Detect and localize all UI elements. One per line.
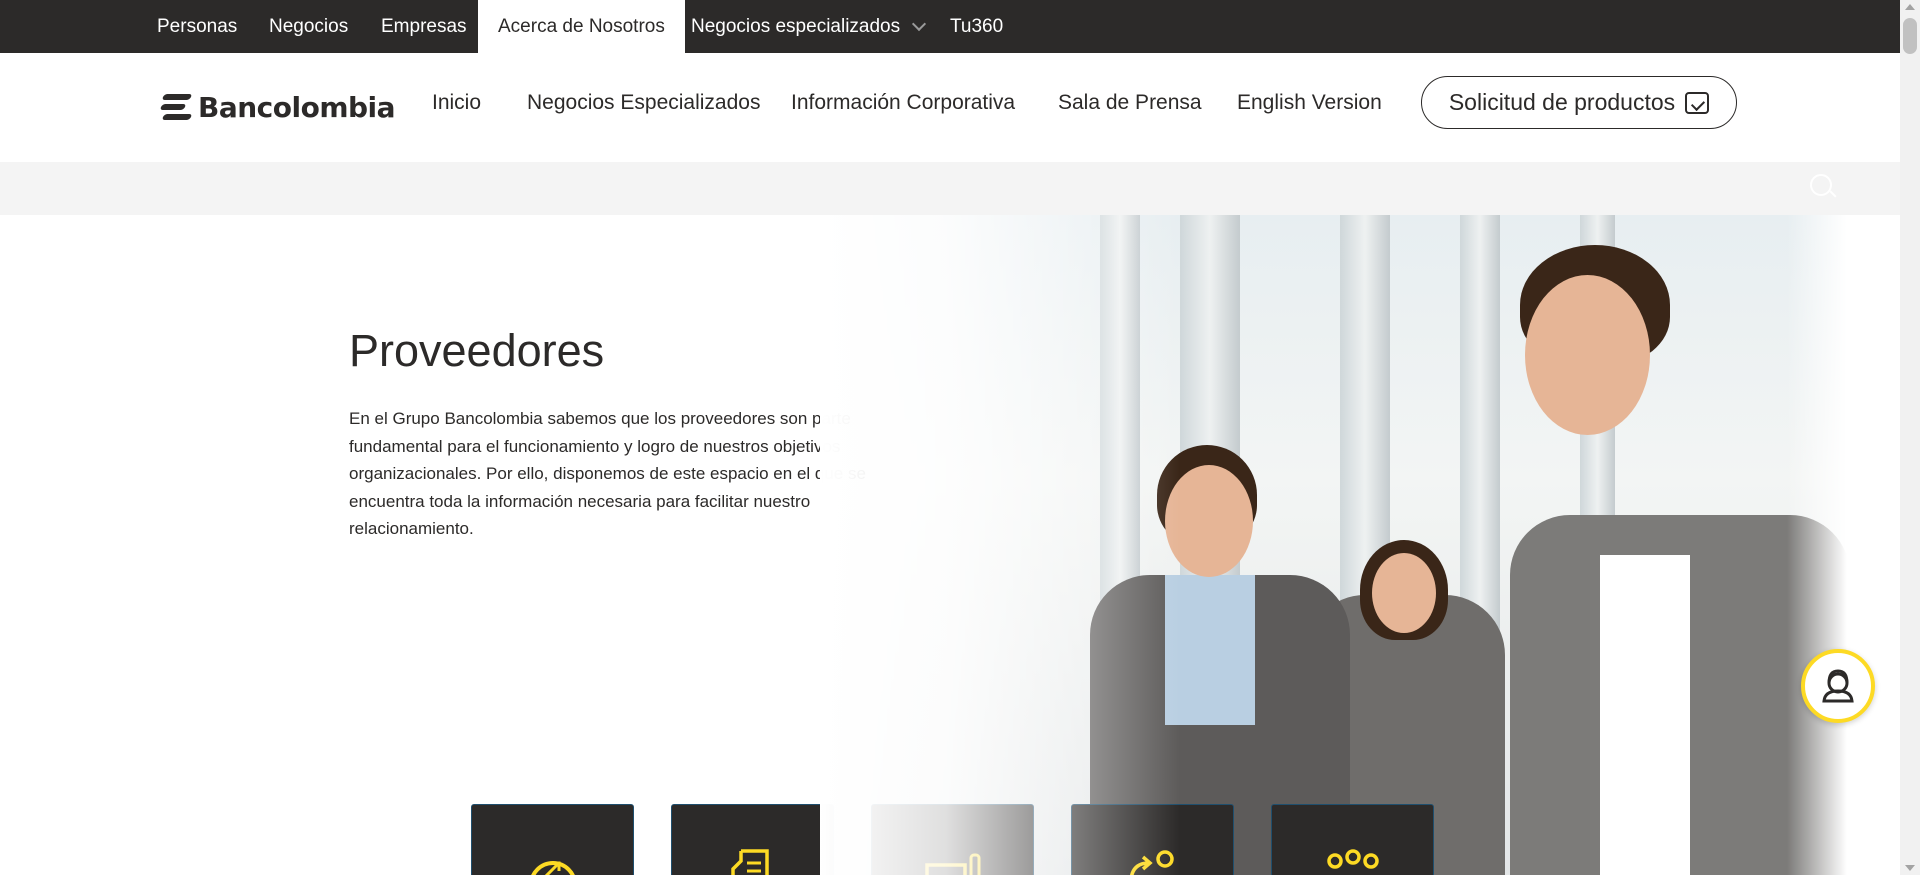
card-chart[interactable]	[471, 804, 634, 875]
segment-negocios-especializados[interactable]: Negocios especializados	[671, 0, 944, 53]
search-strip	[0, 162, 1900, 215]
segment-personas[interactable]: Personas	[137, 0, 257, 53]
chart-arrow-icon	[530, 861, 575, 875]
bancolombia-logo[interactable]: Bancolombia	[159, 89, 396, 125]
hero-handshake-image	[820, 215, 1847, 875]
solicitud-productos-label: Solicitud de productos	[1448, 89, 1676, 115]
nav-negocios-especializados[interactable]: Negocios Especializados	[527, 91, 760, 115]
segment-tu360[interactable]: Tu360	[930, 0, 1023, 53]
product-request-icon	[1685, 91, 1710, 114]
search-icon[interactable]	[1810, 174, 1832, 196]
main-header: Bancolombia Inicio Negocios Especializad…	[0, 53, 1900, 162]
card-receipt[interactable]	[671, 804, 834, 875]
hero-section: Proveedores En el Grupo Bancolombia sabe…	[0, 215, 1900, 875]
segment-empresas[interactable]: Empresas	[361, 0, 487, 53]
scroll-thumb[interactable]	[1903, 18, 1917, 54]
nav-english-version[interactable]: English Version	[1237, 91, 1382, 115]
chat-agent-button[interactable]	[1801, 649, 1875, 723]
hero-description: En el Grupo Bancolombia sabemos que los …	[349, 409, 866, 538]
segment-bar: Personas Negocios Empresas Acerca de Nos…	[0, 0, 1900, 53]
card-people-group[interactable]	[1271, 804, 1434, 875]
brand-name: Bancolombia	[198, 90, 396, 124]
nav-sala-de-prensa[interactable]: Sala de Prensa	[1058, 91, 1202, 115]
segment-acerca-de-nosotros[interactable]: Acerca de Nosotros	[478, 0, 685, 53]
solicitud-productos-button[interactable]: Solicitud de productos	[1421, 76, 1737, 129]
nav-inicio[interactable]: Inicio	[432, 91, 481, 115]
people-group-icon	[1326, 849, 1379, 869]
segment-negocios-especializados-label: Negocios especializados	[691, 16, 901, 37]
nav-informacion-corporativa[interactable]: Información Corporativa	[791, 91, 1015, 115]
page-scrollbar[interactable]	[1900, 0, 1920, 875]
page-title: Proveedores	[349, 325, 605, 376]
chat-agent-icon	[1822, 669, 1854, 703]
segment-negocios[interactable]: Negocios	[249, 0, 368, 53]
scroll-up-icon[interactable]	[1905, 4, 1915, 10]
receipt-icon	[730, 849, 769, 875]
chevron-down-icon	[912, 16, 927, 32]
scroll-down-icon[interactable]	[1905, 865, 1915, 871]
bancolombia-logo-icon	[159, 92, 193, 122]
